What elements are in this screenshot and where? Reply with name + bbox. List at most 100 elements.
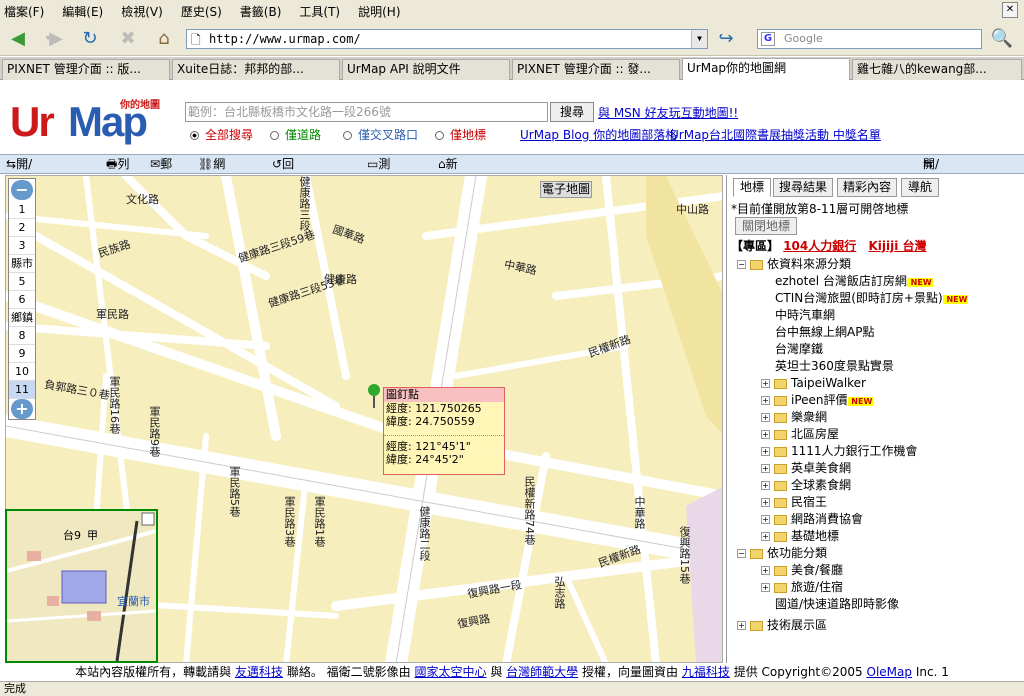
tree-item[interactable]: + 樂衆網	[731, 409, 1021, 426]
tree-item[interactable]: + 網路消費協會	[731, 511, 1021, 528]
menu-history[interactable]: 歷史(S)	[181, 3, 222, 20]
radio-landmark[interactable]: 僅地標	[435, 126, 486, 143]
back-arrow-icon[interactable]: ◀	[6, 27, 30, 51]
expand-icon[interactable]: +	[761, 481, 770, 490]
expand-icon[interactable]: +	[761, 532, 770, 541]
tab-navigation[interactable]: 導航	[901, 178, 939, 197]
address-bar[interactable]: 🗋 http://www.urmap.com/ ▼	[186, 29, 708, 49]
zoom-level-2[interactable]: 2	[9, 219, 35, 237]
back-to-query-button[interactable]: ↺ 回到原查詢點	[272, 155, 294, 261]
zoom-out-icon[interactable]: −	[11, 180, 33, 200]
tab-urmap[interactable]: UrMap你的地圖網	[682, 58, 850, 80]
forward-arrow-icon[interactable]: ▶	[44, 27, 68, 51]
promo-104-link[interactable]: 104人力銀行	[783, 239, 856, 253]
expand-icon[interactable]: +	[761, 498, 770, 507]
new-address-button[interactable]: ⌂ 新增門牌地址(新版即將推出)	[438, 155, 462, 369]
zoom-level-6[interactable]: 6	[9, 291, 35, 309]
menu-help[interactable]: 說明(H)	[358, 3, 400, 20]
home-icon[interactable]: ⌂	[152, 27, 176, 51]
zoom-level-7[interactable]: 鄉鎮	[9, 309, 35, 327]
msn-link[interactable]: 與 MSN 好友玩互動地圖!!	[598, 104, 738, 121]
radio-roads[interactable]: 僅道路	[270, 126, 321, 143]
expand-icon[interactable]: +	[761, 396, 770, 405]
zoom-level-11[interactable]: 11	[9, 381, 35, 399]
tree-item[interactable]: + 北區房屋	[731, 426, 1021, 443]
tree-item[interactable]: + 全球素食網	[731, 477, 1021, 494]
menu-bookmarks[interactable]: 書籤(B)	[240, 3, 282, 20]
blog-link[interactable]: UrMap Blog 你的地圖部落格	[520, 126, 677, 143]
zoom-level-8[interactable]: 8	[9, 327, 35, 345]
expand-icon[interactable]: +	[761, 583, 770, 592]
tab-pixnet-1[interactable]: PIXNET 管理介面 :: 版...	[2, 59, 170, 80]
tab-urmap-api[interactable]: UrMap API 說明文件	[342, 59, 510, 80]
link-button[interactable]: ⛓ 網頁連結	[198, 155, 225, 225]
tab-search-results[interactable]: 搜尋結果	[773, 178, 833, 197]
search-magnifier-icon[interactable]: 🔍	[990, 27, 1014, 51]
tree-item[interactable]: ezhotel 台灣飯店訂房網 NEW	[731, 273, 1021, 290]
zoom-level-4[interactable]: 縣市	[9, 255, 35, 273]
tab-kewang[interactable]: 雞七雜八的kewang部...	[852, 59, 1022, 80]
tree-item[interactable]: − 依功能分類	[731, 545, 1021, 562]
tree-item[interactable]: + 基礎地標	[731, 528, 1021, 545]
tree-item[interactable]: 台灣摩鐵	[731, 341, 1021, 358]
browser-search-input[interactable]: G Google	[757, 29, 982, 49]
tree-item[interactable]: +1111人力銀行工作機會	[731, 443, 1021, 460]
search-button[interactable]: 搜尋	[550, 102, 594, 122]
footer-link-ntnu[interactable]: 台灣師範大學	[506, 665, 578, 679]
stop-icon[interactable]: ✖	[116, 27, 140, 51]
expand-icon[interactable]: +	[761, 464, 770, 473]
footer-link-nspo[interactable]: 國家太空中心	[414, 665, 486, 679]
estreet-map-button[interactable]: 電子地圖	[540, 181, 592, 198]
tree-item[interactable]: 中時汽車網	[731, 307, 1021, 324]
toggle-search-left[interactable]: ⇆ 開/關搜尋列	[6, 155, 32, 243]
expand-icon[interactable]: +	[761, 447, 770, 456]
collapse-icon[interactable]: −	[737, 260, 746, 269]
tree-item[interactable]: + TaipeiWalker	[731, 375, 1021, 392]
expand-icon[interactable]: +	[761, 430, 770, 439]
tree-item[interactable]: + iPeen評價 NEW	[731, 392, 1021, 409]
print-button[interactable]: 🖶 列印	[106, 155, 129, 189]
urmap-logo[interactable]: Ur Map 你的地圖	[10, 90, 170, 150]
tree-item[interactable]: + 美食/餐廳	[731, 562, 1021, 579]
tree-item[interactable]: − 依資料來源分類	[731, 256, 1021, 273]
expand-icon[interactable]: +	[761, 566, 770, 575]
expand-icon[interactable]: +	[737, 621, 746, 630]
menu-view[interactable]: 檢視(V)	[121, 3, 163, 20]
footer-link-jiufu[interactable]: 九福科技	[682, 665, 730, 679]
promo-kijiji-link[interactable]: Kijiji 台灣	[868, 239, 926, 253]
go-arrow-icon[interactable]: ↪	[714, 27, 738, 51]
radio-all[interactable]: 全部搜尋	[190, 126, 253, 143]
menu-tools[interactable]: 工具(T)	[299, 3, 340, 20]
zoom-level-5[interactable]: 5	[9, 273, 35, 291]
expand-icon[interactable]: +	[761, 413, 770, 422]
zoom-level-9[interactable]: 9	[9, 345, 35, 363]
menu-edit[interactable]: 編輯(E)	[62, 3, 103, 20]
tree-item[interactable]: + 技術展示區	[731, 617, 1021, 634]
reload-icon[interactable]: ↻	[78, 27, 102, 51]
tree-item[interactable]: 國道/快速道路即時影像	[731, 596, 1021, 613]
event-link[interactable]: UrMap台北國際書展抽獎活動 中獎名單	[670, 126, 881, 143]
expand-icon[interactable]: +	[761, 515, 770, 524]
tree-item[interactable]: 台中無線上網AP點	[731, 324, 1021, 341]
close-landmarks-button[interactable]: 關閉地標	[735, 217, 797, 235]
tree-item[interactable]: + 英卓美食網	[731, 460, 1021, 477]
address-search-input[interactable]: 範例：台北縣板橋市文化路一段266號	[185, 102, 548, 122]
footer-link-olemap[interactable]: OleMap	[867, 665, 913, 679]
zoom-level-10[interactable]: 10	[9, 363, 35, 381]
tree-item[interactable]: + 民宿王	[731, 494, 1021, 511]
tab-xuite[interactable]: Xuite日誌：邦邦的部...	[172, 59, 340, 80]
tab-featured[interactable]: 精彩內容	[837, 178, 897, 197]
tab-landmarks[interactable]: 地標	[733, 178, 771, 197]
zoom-in-icon[interactable]: +	[11, 399, 33, 419]
tree-item[interactable]: 英坦士360度景點實景	[731, 358, 1021, 375]
zoom-level-3[interactable]: 3	[9, 237, 35, 255]
tree-item[interactable]: + 旅遊/住宿	[731, 579, 1021, 596]
expand-icon[interactable]: +	[761, 379, 770, 388]
tab-pixnet-2[interactable]: PIXNET 管理介面 :: 發...	[512, 59, 680, 80]
menu-file[interactable]: 檔案(F)	[4, 3, 44, 20]
tree-item[interactable]: CTIN台灣旅盟(即時訂房+景點) NEW	[731, 290, 1021, 307]
toggle-search-right[interactable]: 開/關搜尋列 ⇆	[923, 155, 939, 243]
measure-button[interactable]: ▭ 測量距離	[367, 155, 390, 225]
mail-button[interactable]: ✉ 郵寄	[150, 155, 172, 189]
zoom-control[interactable]: − 1 2 3 縣市 5 6 鄉鎮 8 9 10 11 +	[8, 178, 36, 420]
